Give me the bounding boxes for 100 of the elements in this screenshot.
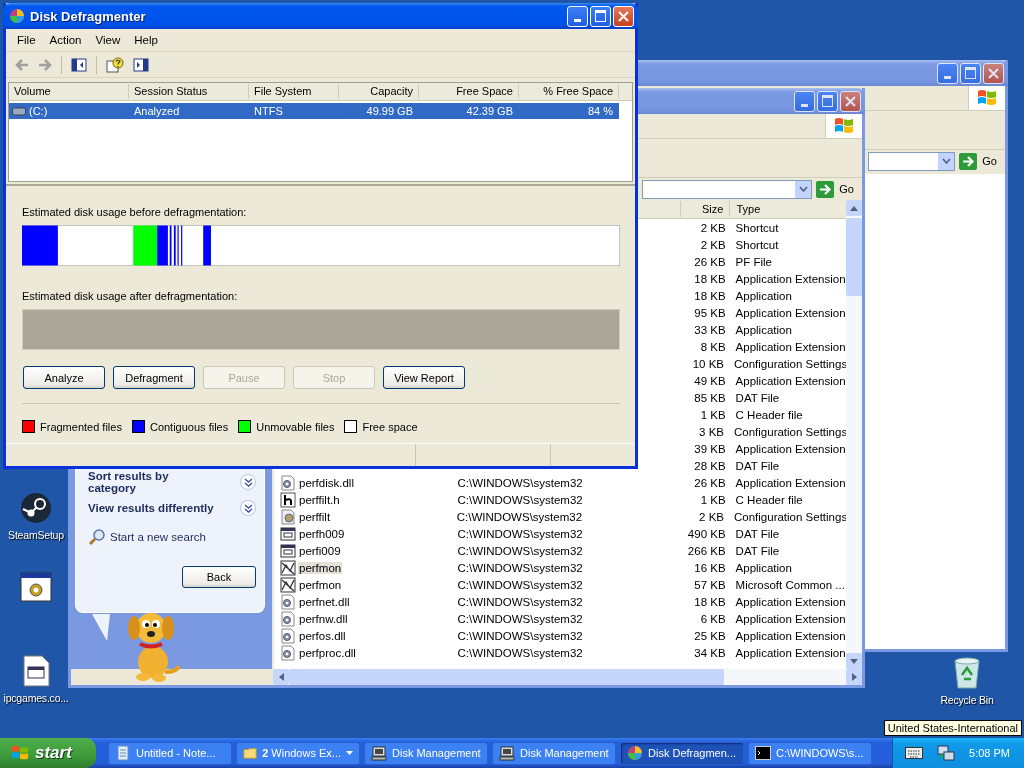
file-size: 2 KB	[700, 238, 726, 251]
file-size: 25 KB	[694, 629, 726, 642]
folder-path: C:\WINDOWS\system32	[457, 561, 583, 574]
file-name[interactable]: perfmon	[298, 561, 343, 574]
file-name[interactable]: perffilt.h	[298, 493, 341, 506]
file-type: Application Extension	[735, 272, 846, 285]
file-type: PF File	[735, 255, 772, 268]
close-button[interactable]	[613, 5, 634, 27]
document-icon[interactable]	[22, 655, 50, 687]
file-size: 1 KB	[700, 408, 726, 421]
file-type: DAT File	[735, 544, 780, 557]
double-chevron-icon	[243, 477, 253, 487]
dropdown-button[interactable]	[795, 180, 812, 198]
file-size: 1 KB	[700, 493, 726, 506]
go-button[interactable]: Go	[816, 180, 854, 198]
column-header[interactable]: Capacity	[339, 84, 419, 99]
notepad-icon	[115, 745, 131, 761]
file-type: C Header file	[735, 493, 803, 506]
option-link[interactable]: View results differently	[88, 502, 237, 514]
drive-icon	[12, 106, 26, 116]
back-button[interactable]: Back	[182, 566, 256, 588]
file-type: Application Extension	[735, 340, 846, 353]
double-chevron-icon	[243, 503, 253, 513]
file-name[interactable]: perfh009	[298, 527, 346, 540]
flag-logo-icon	[10, 744, 30, 762]
file-name[interactable]: perfdisk.dll	[298, 476, 355, 489]
taskbar-button[interactable]: Untitled - Note...	[108, 741, 232, 765]
column-header[interactable]: Volume	[9, 84, 129, 99]
address-field[interactable]	[642, 179, 813, 199]
file-type: Application	[735, 323, 792, 336]
desktop-icon-label[interactable]: ipcgames.co...	[3, 692, 69, 704]
expand-button[interactable]	[240, 500, 256, 516]
column-header[interactable]: Session Status	[129, 84, 249, 99]
program-window-icon[interactable]	[20, 572, 52, 602]
option-link[interactable]: Sort results by category	[88, 470, 193, 494]
file-type: DAT File	[735, 527, 780, 540]
round-logo-icon[interactable]	[20, 492, 52, 524]
file-type: DAT File	[735, 391, 780, 404]
file-name[interactable]: perfnw.dll	[298, 612, 349, 625]
desktop-icon-label[interactable]: Recycle Bin	[940, 694, 994, 706]
minimize-button[interactable]	[567, 5, 588, 27]
panel-toggle-icon[interactable]	[71, 57, 87, 72]
taskbar-button[interactable]: Disk Defragmen...	[620, 741, 744, 765]
help-icon[interactable]	[106, 56, 124, 73]
file-type: Shortcut	[735, 221, 779, 234]
go-button[interactable]: Go	[959, 152, 997, 170]
file-name[interactable]: perfos.dll	[298, 629, 347, 642]
action-button[interactable]: Analyze	[23, 366, 105, 389]
file-type: Application	[735, 561, 792, 574]
gear-file-icon	[280, 593, 296, 610]
column-header[interactable]: File System	[249, 84, 339, 99]
file-type: DAT File	[735, 459, 780, 472]
menu-item[interactable]: View	[88, 34, 128, 46]
panel-toggle-icon[interactable]	[133, 57, 149, 72]
new-search-link[interactable]: Start a new search	[110, 531, 206, 543]
settings-file-icon	[280, 508, 296, 525]
maximize-button[interactable]	[590, 5, 611, 27]
scroll-thumb[interactable]	[846, 218, 862, 296]
keyboard-icon[interactable]	[905, 747, 924, 759]
desktop-icon-label[interactable]: SteamSetup	[8, 529, 64, 541]
folder-path: C:\WINDOWS\system32	[457, 544, 583, 557]
menu-item[interactable]: Action	[42, 34, 89, 46]
file-name[interactable]: perffilt	[298, 510, 332, 523]
file-size: 57 KB	[694, 578, 726, 591]
column-header[interactable]: Size	[680, 201, 731, 217]
tooltip: United States-International	[883, 720, 1022, 736]
horizontal-scrollbar[interactable]	[273, 669, 862, 685]
scroll-up-arrow-icon[interactable]	[850, 205, 858, 211]
taskbar-button[interactable]: Disk Management	[492, 741, 616, 765]
file-size: 49 KB	[694, 374, 726, 387]
taskbar-button[interactable]: C:\WINDOWS\s...	[748, 741, 872, 765]
column-header[interactable]: Free Space	[419, 84, 519, 99]
address-field[interactable]	[868, 151, 956, 171]
file-name[interactable]: perfi009	[298, 544, 342, 557]
action-button[interactable]: View Report	[383, 366, 465, 389]
network-icon[interactable]	[937, 744, 956, 762]
file-type: Configuration Settings	[734, 510, 846, 523]
folder-path: C:\WINDOWS\system32	[457, 595, 583, 608]
recycle-bin-icon[interactable]	[952, 655, 982, 689]
menu-item[interactable]: Help	[127, 34, 165, 46]
taskbar-button[interactable]: Disk Management	[364, 741, 488, 765]
scroll-down-arrow-icon[interactable]	[850, 658, 858, 664]
taskbar-button[interactable]: 2 Windows Ex...	[236, 741, 360, 765]
scroll-left-arrow-icon[interactable]	[278, 673, 284, 681]
action-button[interactable]: Defragment	[113, 366, 195, 389]
file-name[interactable]: perfmon	[298, 578, 343, 591]
file-size: 18 KB	[694, 289, 726, 302]
column-header[interactable]: Type	[730, 201, 846, 217]
scroll-right-arrow-icon[interactable]	[851, 673, 857, 681]
file-type: C Header file	[735, 408, 803, 421]
file-name[interactable]: perfproc.dll	[298, 646, 357, 659]
file-type: Application Extension	[735, 595, 846, 608]
file-size: 26 KB	[694, 255, 726, 268]
expand-button[interactable]	[240, 474, 256, 490]
volume-row[interactable]: (C:) Analyzed NTFS 49.99 GB 42.39 GB 84 %	[9, 103, 619, 119]
dropdown-button[interactable]	[938, 152, 955, 170]
menu-item[interactable]: File	[10, 34, 43, 46]
vertical-scrollbar[interactable]	[846, 200, 862, 669]
column-header[interactable]: % Free Space	[519, 84, 619, 99]
file-name[interactable]: perfnet.dll	[298, 595, 351, 608]
